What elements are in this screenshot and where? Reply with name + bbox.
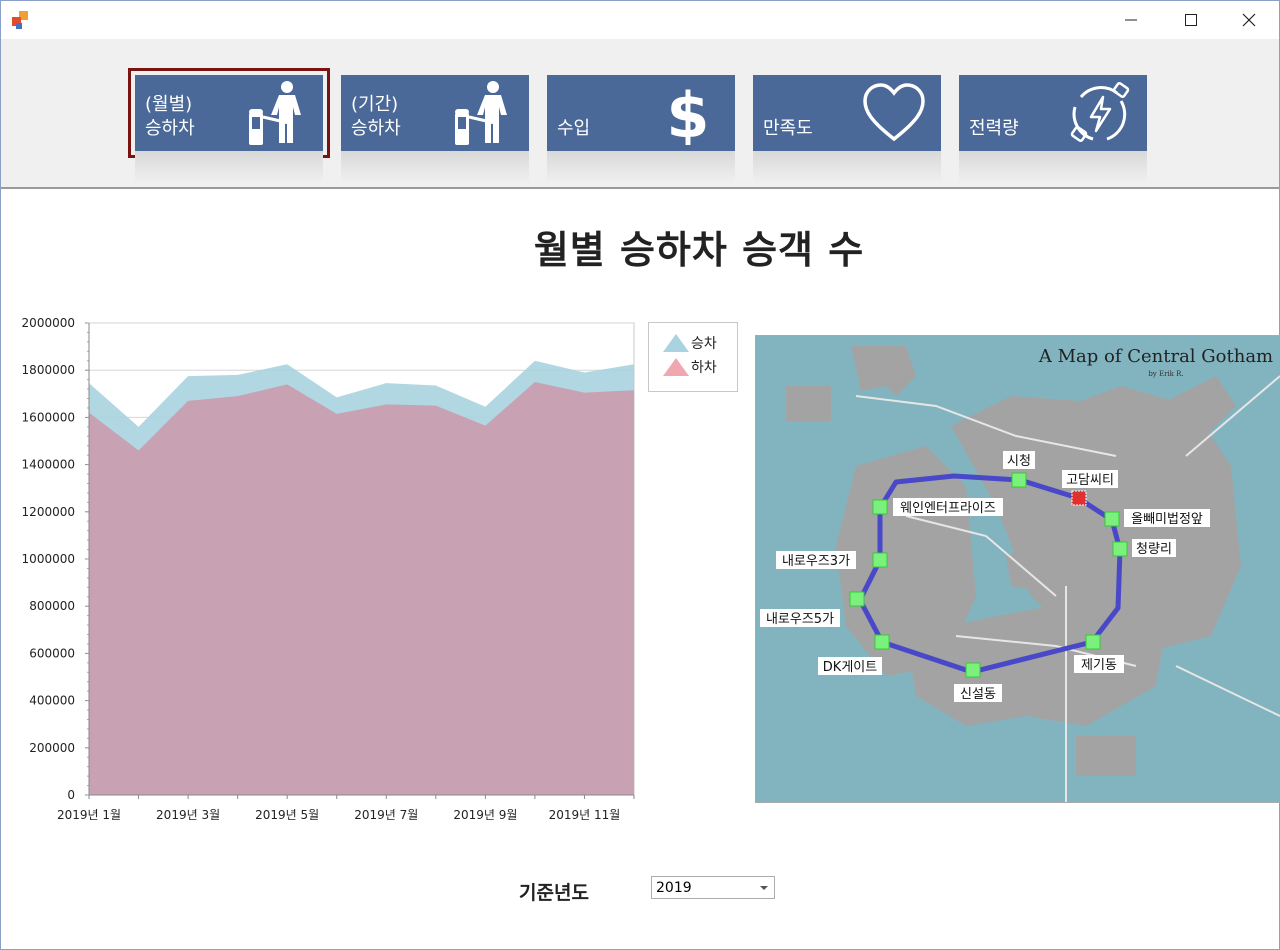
minimize-icon xyxy=(1125,19,1137,21)
minimize-button[interactable] xyxy=(1101,1,1161,39)
x-tick-label: 2019년 9월 xyxy=(453,808,517,822)
svg-text:내로우즈5가: 내로우즈5가 xyxy=(766,612,834,627)
chart-legend: 승차 하차 xyxy=(648,322,738,392)
x-tick-label: 2019년 7월 xyxy=(354,808,418,822)
x-tick-label: 2019년 3월 xyxy=(156,808,220,822)
nav-button-satisfaction[interactable]: 만족도 xyxy=(753,75,941,183)
y-tick-label: 800000 xyxy=(29,599,75,613)
nav-button-label: (월별) 승하차 xyxy=(145,94,195,139)
title-bar xyxy=(1,1,1279,39)
y-tick-label: 200000 xyxy=(29,741,75,755)
app-logo-icon xyxy=(12,11,28,29)
y-tick-label: 600000 xyxy=(29,646,75,660)
x-tick-label: 2019년 11월 xyxy=(549,808,621,822)
base-year-select[interactable]: 2019 xyxy=(651,876,775,899)
legend-item-boarding: 승차 xyxy=(663,333,717,353)
x-tick-label: 2019년 5월 xyxy=(255,808,319,822)
nav-button-period-ridership[interactable]: (기간) 승하차 xyxy=(341,75,529,183)
legend-swatch-boarding xyxy=(663,334,689,352)
y-tick-label: 1000000 xyxy=(22,552,75,566)
power-cycle-icon xyxy=(1070,81,1130,143)
y-tick-label: 400000 xyxy=(29,694,75,708)
svg-text:고담씨티: 고담씨티 xyxy=(1066,473,1114,488)
svg-text:올빼미법정앞: 올빼미법정앞 xyxy=(1131,512,1203,527)
nav-button-label: 만족도 xyxy=(763,118,813,139)
svg-text:시청: 시청 xyxy=(1007,454,1031,469)
close-button[interactable] xyxy=(1219,1,1279,39)
nav-button-monthly-ridership[interactable]: (월별) 승하차 xyxy=(128,68,330,183)
y-tick-label: 1800000 xyxy=(22,363,75,377)
nav-toolbar: (월별) 승하차 (기간) 승하차 수입 $ 만족도 전력량 xyxy=(1,39,1279,189)
svg-text:DK게이트: DK게이트 xyxy=(823,660,877,675)
map-title: A Map of Central Gotham xyxy=(1038,346,1273,367)
y-tick-label: 1600000 xyxy=(22,410,75,424)
chevron-down-icon xyxy=(760,886,768,890)
nav-button-label: (기간) 승하차 xyxy=(351,94,401,139)
nav-button-power[interactable]: 전력량 xyxy=(959,75,1147,183)
turnstile-person-icon xyxy=(249,81,301,145)
nav-button-revenue[interactable]: 수입 $ xyxy=(547,75,735,183)
svg-text:제기동: 제기동 xyxy=(1081,658,1117,673)
svg-text:$: $ xyxy=(666,81,709,145)
map-byline: by Erik R. xyxy=(1148,370,1183,378)
legend-swatch-alighting xyxy=(663,358,689,376)
turnstile-person-icon xyxy=(455,81,507,145)
app-window: (월별) 승하차 (기간) 승하차 수입 $ 만족도 전력량 월별 승하차 승객… xyxy=(0,0,1280,950)
dollar-icon: $ xyxy=(666,81,709,145)
nav-button-label: 전력량 xyxy=(969,118,1019,139)
y-tick-label: 0 xyxy=(67,788,75,802)
ridership-area-chart: 0 200000 400000 600000 800000 1000000 1200000 1… xyxy=(22,316,635,822)
nav-button-label: 수입 xyxy=(557,118,591,139)
close-icon xyxy=(1242,13,1256,27)
subway-map: A Map of Central Gotham by Erik R. 시청 고담… xyxy=(755,335,1280,803)
base-year-value: 2019 xyxy=(656,880,692,896)
maximize-icon xyxy=(1185,14,1197,26)
legend-label-boarding: 승차 xyxy=(691,336,717,352)
series-area-alighting xyxy=(89,382,634,795)
heart-icon xyxy=(863,83,925,142)
page-title: 월별 승하차 승객 수 xyxy=(533,228,865,272)
y-tick-label: 2000000 xyxy=(22,316,75,330)
legend-label-alighting: 하차 xyxy=(691,360,717,376)
x-tick-label: 2019년 1월 xyxy=(57,808,121,822)
main-content: 월별 승하차 승객 수 0 200000 400000 600000 800000 100… xyxy=(3,189,1280,949)
svg-text:청량리: 청량리 xyxy=(1136,542,1172,557)
station-cheongnyangni[interactable]: 청량리 xyxy=(1112,539,1176,557)
y-tick-label: 1200000 xyxy=(22,505,75,519)
legend-item-alighting: 하차 xyxy=(663,357,717,377)
gotham-map-image: A Map of Central Gotham by Erik R. 시청 고담… xyxy=(756,336,1280,802)
svg-text:신설동: 신설동 xyxy=(960,687,996,702)
maximize-button[interactable] xyxy=(1161,1,1221,39)
svg-text:웨인엔터프라이즈: 웨인엔터프라이즈 xyxy=(900,501,996,516)
y-tick-label: 1400000 xyxy=(22,458,75,472)
base-year-label: 기준년도 xyxy=(519,882,589,904)
svg-text:내로우즈3가: 내로우즈3가 xyxy=(782,554,850,569)
